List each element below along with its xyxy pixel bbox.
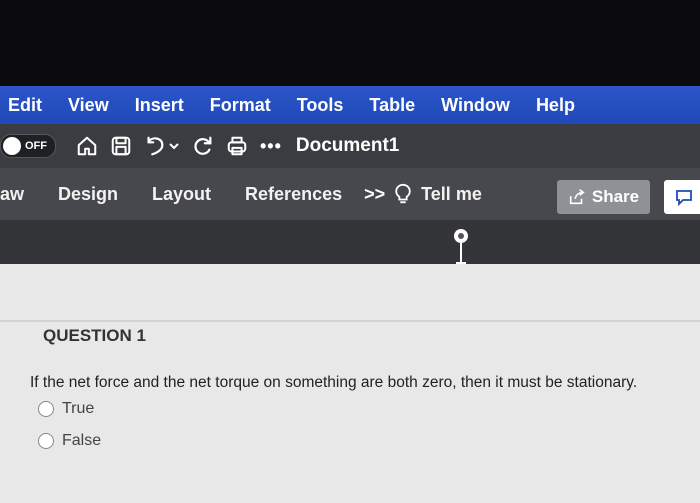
document-page: QUESTION 1 If the net force and the net … xyxy=(0,264,700,503)
divider xyxy=(0,320,700,322)
home-icon[interactable] xyxy=(76,135,98,157)
comments-button[interactable] xyxy=(664,180,700,214)
ribbon-overflow-button[interactable]: >> xyxy=(364,184,385,205)
tab-layout[interactable]: Layout xyxy=(152,184,211,205)
menu-help[interactable]: Help xyxy=(536,95,575,116)
menu-tools[interactable]: Tools xyxy=(297,95,344,116)
menu-edit[interactable]: Edit xyxy=(8,95,42,116)
tab-references[interactable]: References xyxy=(245,184,342,205)
save-icon[interactable] xyxy=(110,135,132,157)
menu-insert[interactable]: Insert xyxy=(135,95,184,116)
ruler-bar xyxy=(0,220,700,270)
redo-icon[interactable] xyxy=(192,135,214,157)
ribbon-tabs: aw Design Layout References >> Tell me S… xyxy=(0,168,700,220)
option-label: True xyxy=(62,400,95,417)
option-true[interactable]: True xyxy=(38,400,94,418)
tell-me-search[interactable]: Tell me xyxy=(421,184,482,205)
radio-button[interactable] xyxy=(38,433,54,449)
menu-format[interactable]: Format xyxy=(210,95,271,116)
autosave-label: OFF xyxy=(25,140,47,152)
comment-icon xyxy=(676,190,692,207)
share-button[interactable]: Share xyxy=(557,180,650,214)
menu-table[interactable]: Table xyxy=(369,95,415,116)
tab-draw[interactable]: aw xyxy=(0,184,24,205)
share-icon xyxy=(569,189,585,205)
print-icon[interactable] xyxy=(226,135,248,157)
autosave-toggle[interactable]: OFF xyxy=(0,134,56,158)
document-title: Document1 xyxy=(295,135,400,156)
radio-button[interactable] xyxy=(38,401,54,417)
tab-design[interactable]: Design xyxy=(58,184,118,205)
menu-bar: Edit View Insert Format Tools Table Wind… xyxy=(0,86,700,124)
lightbulb-icon xyxy=(395,183,411,204)
chevron-down-icon[interactable] xyxy=(168,135,180,157)
question-title: QUESTION 1 xyxy=(43,326,146,345)
option-label: False xyxy=(62,432,102,449)
undo-icon[interactable] xyxy=(144,135,166,157)
more-commands-button[interactable]: ••• xyxy=(260,136,282,157)
toggle-knob xyxy=(3,137,21,155)
share-label: Share xyxy=(591,187,640,206)
menu-window[interactable]: Window xyxy=(441,95,510,116)
menu-view[interactable]: View xyxy=(68,95,109,116)
option-false[interactable]: False xyxy=(38,432,101,450)
quick-access-toolbar: OFF ••• Document1 xyxy=(0,124,700,168)
question-text: If the net force and the net torque on s… xyxy=(30,374,638,391)
